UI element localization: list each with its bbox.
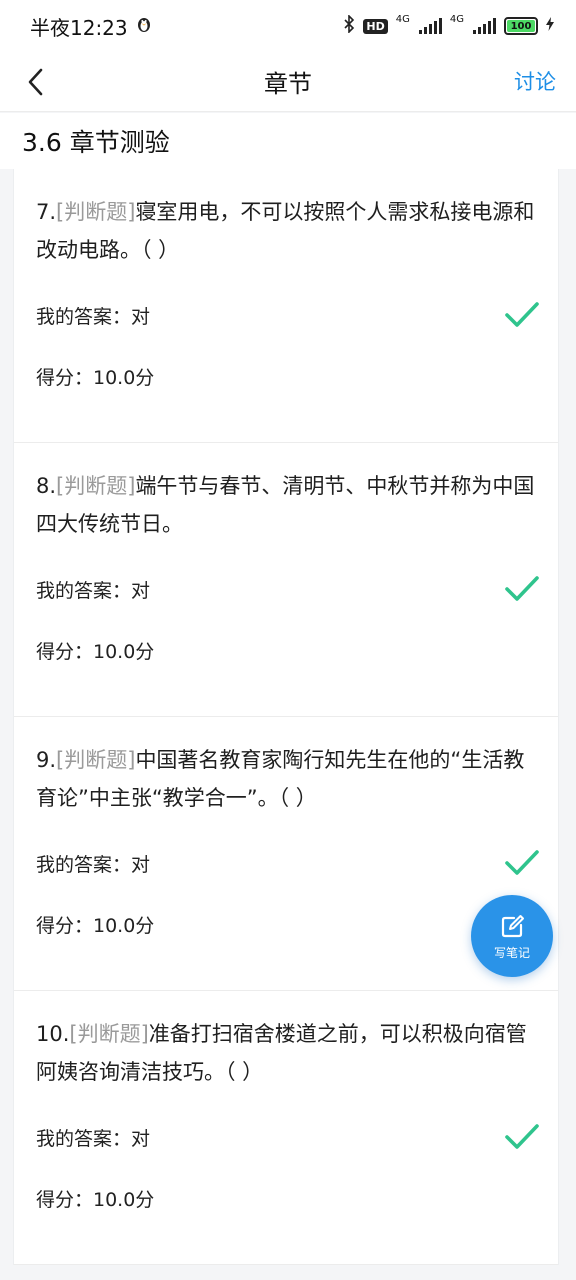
answer-row: 我的答案：对: [36, 1119, 540, 1155]
chevron-left-icon: [28, 68, 43, 96]
score: 得分：10.0分: [36, 914, 155, 937]
charging-icon: [546, 17, 554, 35]
my-answer: 我的答案：对: [36, 305, 151, 328]
check-icon: [505, 576, 539, 601]
question-number: 10.: [36, 1022, 70, 1046]
discuss-button[interactable]: 讨论: [514, 66, 556, 96]
check-icon: [505, 302, 539, 327]
score: 得分：10.0分: [36, 640, 155, 663]
write-note-button[interactable]: 写笔记: [471, 895, 553, 977]
question-type: [判断题]: [56, 748, 136, 772]
status-left: 半夜12:23: [30, 12, 152, 41]
battery-icon: 100: [504, 17, 538, 35]
penguin-icon: [136, 14, 152, 38]
question-type: [判断题]: [56, 200, 136, 224]
question-list: 7.[判断题]寝室用电，不可以按照个人需求私接电源和改动电路。（ ） 我的答案：…: [13, 169, 559, 1265]
page-title: 章节: [264, 70, 312, 98]
network-label-1: 4G: [395, 14, 410, 25]
my-answer: 我的答案：对: [36, 853, 151, 876]
status-bar: 半夜12:23 HD 4G 4G 100: [0, 0, 576, 52]
question-card-10: 10.[判断题]准备打扫宿舍楼道之前，可以积极向宿管阿姨咨询清洁技巧。（ ） 我…: [14, 991, 558, 1265]
bluetooth-icon: [343, 14, 355, 37]
status-time: 半夜12:23: [30, 15, 128, 40]
question-text: 7.[判断题]寝室用电，不可以按照个人需求私接电源和改动电路。（ ）: [36, 193, 536, 281]
question-number: 7.: [36, 200, 57, 224]
back-button[interactable]: [18, 64, 54, 100]
check-icon: [505, 1124, 539, 1149]
signal-icon-2: [473, 18, 496, 34]
score: 得分：10.0分: [36, 366, 155, 389]
question-number: 9.: [36, 748, 57, 772]
score: 得分：10.0分: [36, 1188, 155, 1211]
question-type: [判断题]: [69, 1022, 149, 1046]
answer-row: 我的答案：对: [36, 297, 540, 333]
write-note-label: 写笔记: [493, 945, 530, 960]
question-text: 9.[判断题]中国著名教育家陶行知先生在他的“生活教育论”中主张“教学合一”。（…: [36, 741, 536, 829]
hd-badge: HD: [363, 18, 388, 34]
battery-level: 100: [507, 20, 535, 32]
status-right: HD 4G 4G 100: [343, 14, 554, 37]
answer-row: 我的答案：对: [36, 571, 540, 607]
question-number: 8.: [36, 474, 57, 498]
question-card-7: 7.[判断题]寝室用电，不可以按照个人需求私接电源和改动电路。（ ） 我的答案：…: [14, 169, 558, 443]
my-answer: 我的答案：对: [36, 1127, 151, 1150]
signal-icon-1: [418, 18, 442, 34]
nav-bar: 章节 讨论: [0, 52, 576, 112]
answer-row: 我的答案：对: [36, 845, 540, 881]
my-answer: 我的答案：对: [36, 579, 151, 602]
section-title: 3.6 章节测验: [0, 113, 576, 169]
question-text: 8.[判断题]端午节与春节、清明节、中秋节并称为中国四大传统节日。: [36, 467, 536, 555]
question-type: [判断题]: [56, 474, 136, 498]
network-label-2: 4G: [449, 14, 464, 25]
question-card-8: 8.[判断题]端午节与春节、清明节、中秋节并称为中国四大传统节日。 我的答案：对…: [14, 443, 558, 717]
question-text: 10.[判断题]准备打扫宿舍楼道之前，可以积极向宿管阿姨咨询清洁技巧。（ ）: [36, 1015, 536, 1103]
check-icon: [505, 850, 539, 875]
edit-note-icon: [501, 914, 524, 937]
